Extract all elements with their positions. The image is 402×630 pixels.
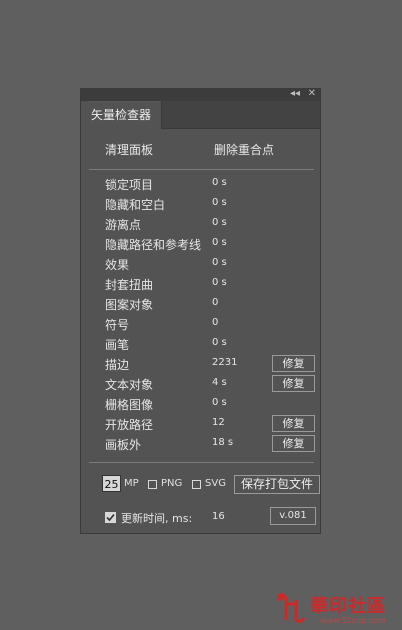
- version-badge: v.081: [270, 507, 316, 525]
- save-package-button[interactable]: 保存打包文件: [234, 475, 320, 494]
- check-value: 0 s: [212, 237, 227, 248]
- tab-vector-inspector[interactable]: 矢量检查器: [81, 101, 162, 129]
- fix-button[interactable]: 修复: [272, 435, 315, 452]
- check-label: 隐藏和空白: [105, 198, 166, 212]
- checkmark-icon: [106, 513, 115, 522]
- watermark-logo-icon: [277, 593, 306, 624]
- png-label: PNG: [161, 478, 183, 489]
- check-row: 隐藏和空白 0 s: [81, 194, 320, 214]
- svg-checkbox[interactable]: [192, 480, 201, 489]
- check-label: 锁定项目: [105, 178, 154, 192]
- check-value: 0 s: [212, 197, 227, 208]
- check-row: 游离点 0 s: [81, 214, 320, 234]
- check-value: 0 s: [212, 257, 227, 268]
- check-row: 隐藏路径和参考线 0 s: [81, 234, 320, 254]
- fix-button[interactable]: 修复: [272, 415, 315, 432]
- check-value: 12: [212, 417, 225, 428]
- svg-label: SVG: [205, 478, 226, 489]
- check-row: 开放路径 12 修复: [81, 414, 320, 434]
- check-value: 0 s: [212, 397, 227, 408]
- watermark-text: 華印社區: [310, 596, 386, 617]
- check-row: 栅格图像 0 s: [81, 394, 320, 414]
- check-label: 封套扭曲: [105, 278, 154, 292]
- update-time-value: 16: [212, 511, 225, 522]
- vector-inspector-panel: ◂◂ ✕ 矢量检查器 清理面板 删除重合点 锁定项目 0 s 隐藏和空白 0 s 游离点…: [80, 88, 321, 534]
- check-label: 隐藏路径和参考线: [105, 238, 202, 252]
- check-row: 锁定项目 0 s: [81, 174, 320, 194]
- check-value: 18 s: [212, 437, 234, 448]
- check-value: 4 s: [212, 377, 227, 388]
- check-row: 文本对象 4 s 修复: [81, 374, 320, 394]
- check-label: 栅格图像: [105, 398, 154, 412]
- check-value: 0 s: [212, 337, 227, 348]
- check-label: 游离点: [105, 218, 142, 232]
- delete-overlap-points-button[interactable]: 删除重合点: [214, 141, 274, 158]
- megapixel-input[interactable]: 25: [102, 475, 121, 492]
- collapse-icon[interactable]: ◂◂: [290, 87, 300, 101]
- check-label: 画笔: [105, 338, 130, 352]
- check-row: 图案对象 0: [81, 294, 320, 314]
- check-label: 画板外: [105, 438, 142, 452]
- check-value: 0 s: [212, 217, 227, 228]
- check-label: 图案对象: [105, 298, 154, 312]
- check-row: 封套扭曲 0 s: [81, 274, 320, 294]
- cleanup-panel-button[interactable]: 清理面板: [105, 141, 153, 158]
- check-label: 文本对象: [105, 378, 154, 392]
- check-label: 效果: [105, 258, 130, 272]
- tab-strip: 矢量检查器: [81, 101, 320, 129]
- update-time-checkbox[interactable]: [105, 512, 116, 523]
- check-row: 描边 2231 修复: [81, 354, 320, 374]
- check-value: 0: [212, 317, 219, 328]
- check-label: 开放路径: [105, 418, 154, 432]
- check-label: 符号: [105, 318, 130, 332]
- close-icon[interactable]: ✕: [308, 87, 316, 101]
- fix-button[interactable]: 修复: [272, 375, 315, 392]
- watermark: 華印社區 www.52cnp.com: [272, 588, 402, 630]
- fix-button[interactable]: 修复: [272, 355, 315, 372]
- png-checkbox[interactable]: [148, 480, 157, 489]
- divider: [89, 462, 314, 463]
- check-row: 画笔 0 s: [81, 334, 320, 354]
- divider: [89, 169, 314, 170]
- check-row: 画板外 18 s 修复: [81, 434, 320, 454]
- watermark-url: www.52cnp.com: [320, 616, 386, 625]
- check-row: 效果 0 s: [81, 254, 320, 274]
- check-value: 2231: [212, 357, 238, 368]
- update-time-label: 更新时间, ms:: [121, 512, 193, 525]
- check-value: 0: [212, 297, 219, 308]
- check-row: 符号 0: [81, 314, 320, 334]
- check-value: 0 s: [212, 177, 227, 188]
- panel-titlebar[interactable]: ◂◂ ✕: [81, 87, 320, 101]
- check-value: 0 s: [212, 277, 227, 288]
- check-label: 描边: [105, 358, 130, 372]
- megapixel-label: MP: [124, 478, 139, 489]
